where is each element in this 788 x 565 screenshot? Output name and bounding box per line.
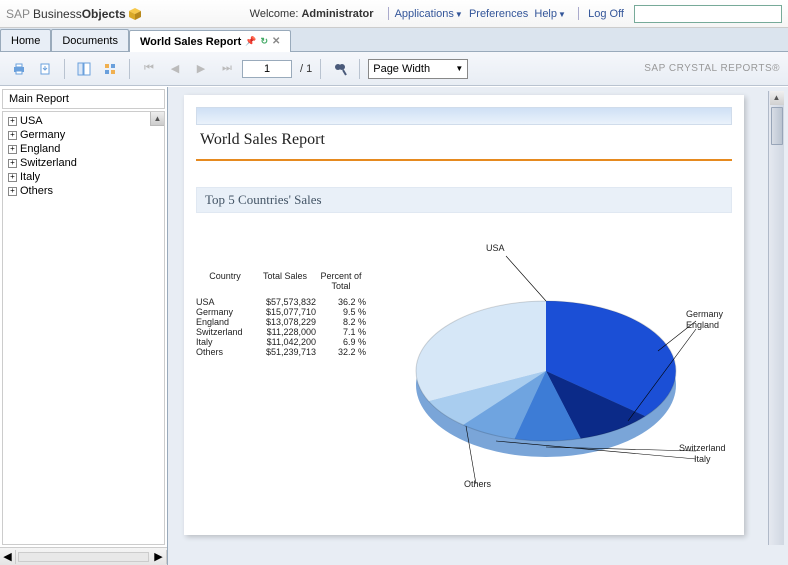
logo-cube-icon <box>129 8 141 20</box>
applications-link[interactable]: Applications▼ <box>395 8 463 20</box>
tab-bar: Home Documents World Sales Report 📌 ↻ ✕ <box>0 28 788 52</box>
tree-toggle-button[interactable] <box>73 58 95 80</box>
table-row: England$13,078,2298.2 % <box>196 317 376 327</box>
slice-label: USA <box>486 243 505 253</box>
scroll-up-button[interactable]: ▲ <box>150 112 164 126</box>
tree-item[interactable]: +Others <box>5 184 162 198</box>
h-scrollbar[interactable] <box>18 552 149 562</box>
caret-down-icon: ▼ <box>455 10 463 19</box>
expand-icon[interactable]: + <box>8 159 17 168</box>
logo-business: BusinessObjects <box>33 7 126 21</box>
pin-icon[interactable]: 📌 <box>245 36 256 47</box>
report-page: World Sales Report Top 5 Countries' Sale… <box>184 95 744 535</box>
body-area: Main Report ▲ +USA +Germany +England +Sw… <box>0 86 788 565</box>
table-row: USA$57,573,83236.2 % <box>196 297 376 307</box>
slice-label: Others <box>464 479 491 489</box>
tab-documents[interactable]: Documents <box>51 29 129 51</box>
pie-chart: USA Germany England Switzerland Italy Ot… <box>376 221 716 501</box>
app-header: SAP BusinessObjects Welcome: Administrat… <box>0 0 788 28</box>
section-title: Top 5 Countries' Sales <box>196 187 732 213</box>
expand-icon[interactable]: + <box>8 187 17 196</box>
last-page-button[interactable]: ⏭ <box>216 58 238 80</box>
tab-world-sales-report[interactable]: World Sales Report 📌 ↻ ✕ <box>129 30 291 52</box>
table-header-row: Country Total Sales Percent of Total <box>196 271 376 291</box>
expand-icon[interactable]: + <box>8 173 17 182</box>
report-title: World Sales Report <box>200 131 728 149</box>
welcome-text: Welcome: Administrator <box>250 8 374 20</box>
sidebar-title[interactable]: Main Report <box>2 89 165 109</box>
caret-down-icon: ▼ <box>558 10 566 19</box>
report-viewport[interactable]: World Sales Report Top 5 Countries' Sale… <box>172 91 784 561</box>
scroll-thumb[interactable] <box>771 107 783 145</box>
report-toolbar: ⏮ ◀ ▶ ⏭ / 1 Page Width ▼ SAP CRYSTAL REP… <box>0 52 788 86</box>
crystal-reports-watermark: SAP CRYSTAL REPORTS® <box>644 63 780 74</box>
page-header-band <box>196 107 732 125</box>
scroll-right-button[interactable]: ▶ <box>151 550 167 564</box>
expand-icon[interactable]: + <box>8 131 17 140</box>
print-button[interactable] <box>8 58 30 80</box>
sidebar-footer: ◀ ▶ <box>0 547 167 565</box>
next-page-button[interactable]: ▶ <box>190 58 212 80</box>
close-icon[interactable]: ✕ <box>272 36 280 47</box>
scroll-left-button[interactable]: ◀ <box>0 550 16 564</box>
tree-item[interactable]: +Switzerland <box>5 156 162 170</box>
table-row: Switzerland$11,228,0007.1 % <box>196 327 376 337</box>
table-row: Italy$11,042,2006.9 % <box>196 337 376 347</box>
chart-section: Country Total Sales Percent of Total USA… <box>196 221 732 501</box>
page-total-label: / 1 <box>300 63 312 75</box>
table-row: Others$51,239,71332.2 % <box>196 347 376 357</box>
refresh-icon[interactable]: ↻ <box>260 36 268 47</box>
logo-sap: SAP <box>6 7 30 21</box>
scroll-up-button[interactable]: ▲ <box>770 91 784 105</box>
tree-item[interactable]: +Germany <box>5 128 162 142</box>
tree-item[interactable]: +USA <box>5 114 162 128</box>
first-page-button[interactable]: ⏮ <box>138 58 160 80</box>
zoom-select[interactable]: Page Width ▼ <box>368 59 468 79</box>
prev-page-button[interactable]: ◀ <box>164 58 186 80</box>
find-button[interactable] <box>329 58 351 80</box>
tree-item[interactable]: +Italy <box>5 170 162 184</box>
export-button[interactable] <box>34 58 56 80</box>
slice-label: Italy <box>694 454 711 464</box>
slice-label: Switzerland <box>679 443 726 453</box>
slice-label: Germany <box>686 309 723 319</box>
help-link[interactable]: Help▼ <box>534 8 566 20</box>
header-links: Applications▼ Preferences Help▼ Log Off <box>382 7 624 20</box>
chevron-down-icon: ▼ <box>455 64 463 73</box>
search-box[interactable] <box>634 5 782 23</box>
tree-item[interactable]: +England <box>5 142 162 156</box>
v-scrollbar[interactable]: ▲ <box>768 91 784 545</box>
report-area: World Sales Report Top 5 Countries' Sale… <box>168 87 788 565</box>
preferences-link[interactable]: Preferences <box>469 8 528 20</box>
expand-icon[interactable]: + <box>8 145 17 154</box>
sidebar: Main Report ▲ +USA +Germany +England +Sw… <box>0 87 168 565</box>
slice-label: England <box>686 320 719 330</box>
logoff-link[interactable]: Log Off <box>588 8 624 20</box>
table-row: Germany$15,077,7109.5 % <box>196 307 376 317</box>
logo: SAP BusinessObjects <box>6 7 141 21</box>
divider <box>196 159 732 161</box>
tab-home[interactable]: Home <box>0 29 51 51</box>
data-table: Country Total Sales Percent of Total USA… <box>196 271 376 501</box>
search-input[interactable] <box>637 8 779 20</box>
group-tree: ▲ +USA +Germany +England +Switzerland +I… <box>2 111 165 545</box>
params-button[interactable] <box>99 58 121 80</box>
expand-icon[interactable]: + <box>8 117 17 126</box>
page-number-input[interactable] <box>242 60 292 78</box>
